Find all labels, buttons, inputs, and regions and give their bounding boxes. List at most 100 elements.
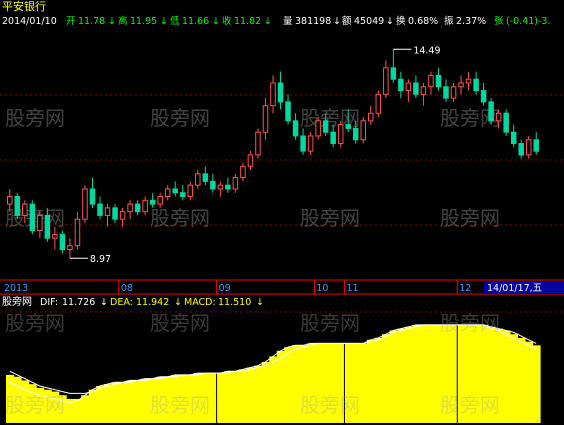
watermark: 股旁网	[300, 106, 360, 130]
candle-body	[29, 203, 36, 232]
macd-bar	[389, 330, 398, 423]
candle-body	[480, 90, 487, 103]
high-label: 高	[118, 15, 128, 27]
candle-body	[465, 78, 472, 84]
candle-body	[67, 245, 73, 251]
change-label: 张	[494, 16, 504, 27]
macd-bar	[216, 373, 225, 423]
candle-body	[232, 177, 239, 190]
turnover-label: 换	[396, 15, 406, 27]
time-axis-label: 09	[219, 283, 231, 294]
macd-value: 11.510	[218, 297, 251, 308]
candle-body	[375, 93, 382, 114]
watermark: 股旁网	[150, 393, 210, 417]
macd-bar	[412, 324, 421, 423]
close-value: 11.82	[234, 16, 261, 27]
candle-body	[44, 214, 51, 239]
macd-bar	[246, 367, 255, 423]
candle-body	[270, 82, 276, 107]
annotation-label: 14.49	[413, 45, 440, 56]
macd-bar	[261, 361, 270, 423]
amplitude-value: 2.37%	[456, 16, 486, 27]
watermark: 股旁网	[300, 311, 360, 335]
macd-bar	[524, 341, 534, 423]
candle-body	[277, 82, 284, 103]
watermark: 股旁网	[300, 393, 360, 417]
candle-body	[210, 180, 216, 190]
dif-arrow: ↓	[100, 297, 108, 308]
candle-body	[322, 120, 329, 133]
candle-body	[443, 86, 449, 99]
high-value: 11.95	[130, 16, 157, 27]
candle-body	[22, 203, 28, 216]
candle-body	[240, 165, 246, 179]
candle-body	[164, 188, 171, 198]
candle-body	[247, 154, 254, 167]
candle-body	[383, 67, 389, 95]
candle-body	[330, 131, 336, 145]
macd-bar	[359, 343, 368, 423]
macd-bar	[269, 356, 278, 423]
macd-bar	[291, 345, 300, 423]
macd-bar	[209, 373, 218, 423]
amount-arrow: ↓	[386, 16, 394, 27]
candle-body	[428, 74, 434, 88]
macd-bar	[532, 345, 541, 423]
macd-bar	[81, 395, 90, 423]
dif-value: 11.726	[62, 297, 95, 308]
macd-bar	[517, 337, 526, 423]
macd-bar	[88, 389, 97, 423]
candle-body	[142, 199, 148, 213]
amplitude-label: 振	[444, 15, 454, 27]
candle-body	[390, 67, 397, 80]
candle-body	[315, 120, 321, 137]
macd-bar	[276, 350, 285, 423]
candle-body	[307, 135, 314, 152]
header-date: 2014/01/10	[2, 16, 57, 27]
candle-body	[119, 211, 126, 220]
candle-body	[405, 82, 412, 92]
macd-bar	[231, 371, 240, 423]
watermark: 股旁网	[5, 311, 65, 335]
dea-value: 11.942	[136, 297, 169, 308]
amount-label: 额	[342, 15, 352, 27]
macd-bar	[224, 371, 233, 423]
candle-body	[420, 86, 427, 95]
macd-bar	[239, 369, 248, 423]
candle-body	[262, 105, 269, 133]
watermark: 股旁网	[440, 206, 500, 230]
watermark: 股旁网	[150, 206, 210, 230]
macd-bar	[126, 380, 135, 423]
watermark: 股旁网	[5, 393, 65, 417]
cursor-date: 14/01/17,五	[487, 283, 542, 294]
candle-body	[82, 188, 88, 220]
candle-body	[360, 120, 367, 141]
open-arrow: ↓	[108, 16, 116, 27]
macd-bar	[254, 365, 263, 423]
low-label: 低	[170, 15, 180, 27]
macd-bar	[133, 380, 142, 423]
macd-bar	[397, 328, 406, 423]
candle-body	[179, 192, 186, 198]
candle-body	[518, 143, 524, 156]
macd-bar	[502, 330, 511, 423]
candle-body	[187, 184, 194, 198]
close-label: 收	[222, 15, 232, 27]
candle-body	[488, 101, 494, 122]
watermark: 股旁网	[5, 106, 65, 130]
candle-body	[450, 86, 457, 99]
macd-bar	[367, 339, 376, 423]
candle-body	[473, 78, 479, 92]
candle-body	[74, 218, 81, 247]
candle-body	[37, 214, 43, 232]
candle-body	[255, 131, 261, 156]
macd-bar	[427, 324, 436, 423]
candle-body	[398, 78, 404, 92]
time-axis-label: 11	[346, 283, 358, 294]
time-axis-label: 08	[121, 283, 133, 294]
close-arrow: ↓	[264, 16, 272, 27]
candle-body	[413, 82, 419, 95]
dif-label: DIF:	[40, 297, 58, 308]
candle-body	[89, 188, 96, 205]
open-value: 11.78	[78, 16, 105, 27]
